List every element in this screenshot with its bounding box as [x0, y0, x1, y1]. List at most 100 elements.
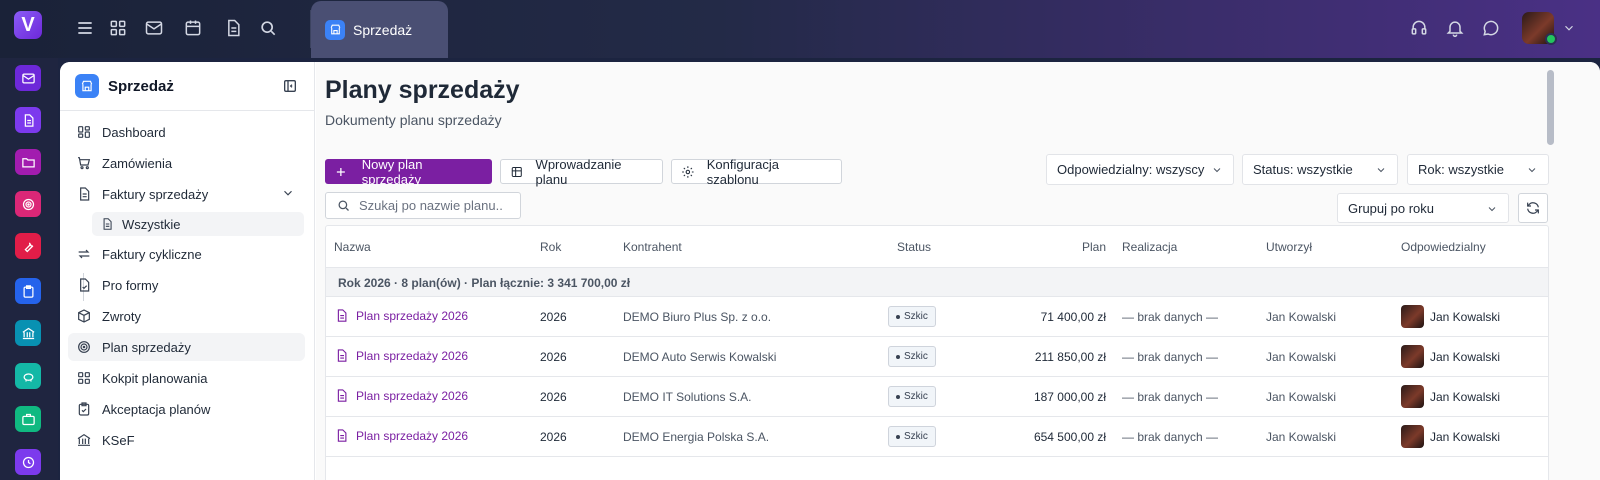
sidebar-item-faktury-sprzedazy[interactable]: Faktury sprzedaży [68, 180, 305, 208]
headset-icon[interactable] [1408, 17, 1430, 39]
refresh-button[interactable] [1518, 193, 1548, 223]
status-label: Szkic [904, 311, 928, 322]
rail-bank-icon[interactable] [15, 320, 41, 346]
col-name[interactable]: Nazwa [334, 240, 371, 254]
rail-document-icon[interactable] [15, 107, 41, 133]
col-status[interactable]: Status [897, 240, 931, 254]
rail-clipboard-icon[interactable] [15, 278, 41, 304]
sidebar-item-ksef[interactable]: KSeF [68, 426, 305, 454]
cell-plan: 71 400,00 zł [1040, 310, 1106, 324]
col-contractor[interactable]: Kontrahent [623, 240, 682, 254]
grid-icon [78, 372, 90, 384]
sidebar-item-akceptacja-planow[interactable]: Akceptacja planów [68, 395, 305, 423]
plan-link[interactable]: Plan sprzedaży 2026 [334, 428, 468, 443]
module-sidebar: Sprzedaż Dashboard Zamówienia Faktury sp… [60, 62, 315, 480]
sidebar-item-pro-formy[interactable]: Pro formy [68, 271, 305, 299]
col-year[interactable]: Rok [540, 240, 561, 254]
plan-link[interactable]: Plan sprzedaży 2026 [334, 348, 468, 363]
rail-clock-icon[interactable] [15, 449, 41, 475]
status-filter[interactable]: Status: wszystkie [1242, 154, 1398, 185]
document-icon [103, 218, 112, 230]
apps-grid-icon[interactable] [107, 17, 129, 39]
search-input[interactable] [359, 198, 509, 213]
cell-responsible: Jan Kowalski [1401, 305, 1500, 328]
sidebar-item-zamowienia[interactable]: Zamówienia [68, 149, 305, 177]
rail-wrench-icon[interactable] [15, 233, 41, 259]
online-status-dot [1545, 33, 1557, 45]
document-icon [337, 309, 347, 322]
menu-icon[interactable] [74, 17, 96, 39]
status-dot [896, 354, 900, 359]
app-logo[interactable]: V [14, 11, 42, 39]
col-created-by[interactable]: Utworzył [1266, 240, 1312, 254]
sidebar-item-label: Faktury cykliczne [102, 246, 202, 262]
rail-folder-icon[interactable] [15, 149, 41, 175]
responsible-filter[interactable]: Odpowiedzialny: wszyscy [1046, 154, 1234, 185]
plan-link[interactable]: Plan sprzedaży 2026 [334, 308, 468, 323]
sidebar-item-label: Zwroty [102, 308, 141, 324]
col-realization[interactable]: Realizacja [1122, 240, 1177, 254]
calendar-icon[interactable] [182, 17, 204, 39]
cell-year: 2026 [540, 430, 567, 444]
cell-created-by: Jan Kowalski [1266, 350, 1337, 364]
bell-icon[interactable] [1444, 17, 1466, 39]
chevron-down-icon[interactable] [1558, 17, 1580, 39]
responsible-name: Jan Kowalski [1430, 429, 1501, 444]
button-label: Wprowadzanie planu [535, 156, 622, 187]
sidebar-item-label: Dashboard [102, 124, 166, 140]
status-badge: Szkic [888, 426, 936, 447]
table-row[interactable]: Plan sprzedaży 2026 2026 DEMO Biuro Plus… [326, 297, 1548, 337]
table-row[interactable]: Plan sprzedaży 2026 2026 DEMO Energia Po… [326, 417, 1548, 457]
collapse-sidebar-icon[interactable] [281, 77, 299, 95]
cell-plan: 654 500,00 zł [1033, 430, 1106, 444]
document-icon[interactable] [222, 17, 244, 39]
cell-realization: — brak danych — [1122, 350, 1219, 364]
col-responsible[interactable]: Odpowiedzialny [1401, 240, 1486, 254]
rail-mail-icon[interactable] [15, 65, 41, 91]
sidebar-title: Sprzedaż [108, 77, 174, 95]
col-plan[interactable]: Plan [1082, 240, 1106, 254]
plan-name: Plan sprzedaży 2026 [356, 388, 469, 403]
page-scrollbar[interactable] [1547, 70, 1554, 145]
plan-search[interactable] [325, 192, 521, 219]
chevron-down-icon [1528, 168, 1536, 173]
sidebar-item-kokpit-planowania[interactable]: Kokpit planowania [68, 364, 305, 392]
sidebar-item-label: Pro formy [102, 277, 159, 293]
sidebar-item-plan-sprzedazy[interactable]: Plan sprzedaży [68, 333, 305, 361]
sidebar-item-faktury-cykliczne[interactable]: Faktury cykliczne [68, 240, 305, 268]
mail-icon[interactable] [143, 17, 165, 39]
sidebar-item-zwroty[interactable]: Zwroty [68, 302, 305, 330]
plan-name: Plan sprzedaży 2026 [356, 428, 469, 443]
avatar [1401, 345, 1424, 368]
bank-icon [77, 433, 91, 446]
dashboard-icon [78, 126, 90, 138]
sidebar-item-label: Faktury sprzedaży [102, 186, 209, 202]
group-row-2026[interactable]: Rok 2026 · 8 plan(ów) · Plan łącznie: 3 … [326, 268, 1548, 297]
template-config-button[interactable]: Konfiguracja szablonu [671, 157, 842, 187]
year-filter[interactable]: Rok: wszystkie [1407, 154, 1549, 185]
rail-briefcase-icon[interactable] [15, 406, 41, 432]
table-row[interactable]: Plan sprzedaży 2026 2026 DEMO Auto Serwi… [326, 337, 1548, 377]
cell-responsible: Jan Kowalski [1401, 425, 1500, 448]
plan-name: Plan sprzedaży 2026 [356, 308, 469, 323]
chat-icon[interactable] [1480, 17, 1502, 39]
sidebar-subitem-wszystkie[interactable]: Wszystkie [92, 212, 304, 236]
new-plan-button[interactable]: Nowy plan sprzedaży [325, 157, 492, 187]
cell-plan: 211 850,00 zł [1034, 350, 1106, 364]
status-label: Szkic [904, 431, 928, 442]
rail-target-icon[interactable] [15, 191, 41, 217]
refresh-icon [1527, 202, 1539, 214]
rail-piggy-bank-icon[interactable] [15, 363, 41, 389]
tab-sprzedaz[interactable]: Sprzedaż [311, 1, 448, 58]
group-by-select[interactable]: Grupuj po roku [1337, 193, 1509, 223]
package-return-icon [78, 309, 90, 323]
cell-year: 2026 [540, 350, 567, 364]
enter-plan-button[interactable]: Wprowadzanie planu [500, 156, 663, 187]
cell-created-by: Jan Kowalski [1266, 390, 1337, 404]
sidebar-item-dashboard[interactable]: Dashboard [68, 118, 305, 146]
cell-realization: — brak danych — [1122, 430, 1219, 444]
plan-link[interactable]: Plan sprzedaży 2026 [334, 388, 468, 403]
chevron-down-icon [284, 190, 292, 196]
table-row[interactable]: Plan sprzedaży 2026 2026 DEMO IT Solutio… [326, 377, 1548, 417]
search-icon[interactable] [257, 17, 279, 39]
